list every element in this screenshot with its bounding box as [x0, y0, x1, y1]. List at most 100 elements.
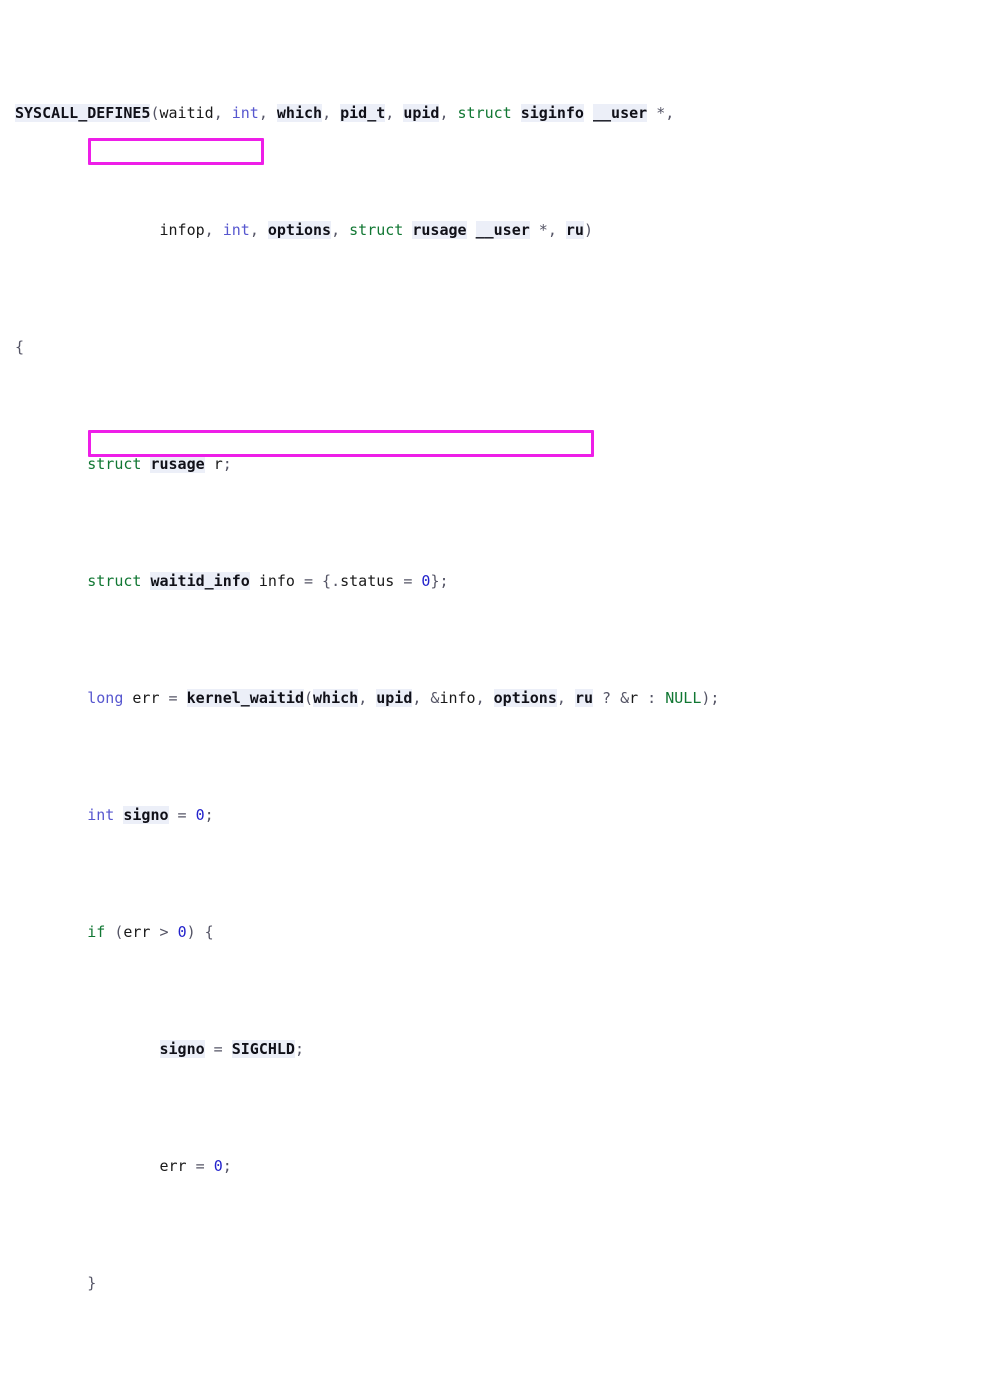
- token-punct: ,: [358, 688, 377, 707]
- token-punct: *,: [529, 220, 566, 239]
- token-punct: =: [394, 571, 422, 590]
- code-line: SYSCALL_DEFINE5(waitid, int, which, pid_…: [15, 102, 995, 125]
- token-punct: ;: [294, 1039, 304, 1058]
- token-identifier: upid: [376, 688, 413, 707]
- token-var: infop: [159, 220, 205, 239]
- token-punct: [584, 104, 593, 122]
- token-punct: [467, 221, 476, 239]
- token-identifier: which: [313, 688, 359, 707]
- code-line: {: [15, 336, 995, 359]
- token-keyword: struct: [457, 103, 512, 122]
- token-var: info: [258, 571, 295, 590]
- token-punct: [250, 572, 259, 590]
- code-line: err = 0;: [15, 1155, 995, 1178]
- token-identifier: SYSCALL_DEFINE5: [15, 103, 151, 122]
- token-punct: >: [150, 922, 178, 941]
- token-number: 0: [177, 922, 187, 941]
- code-line: infop, int, options, struct rusage __use…: [15, 219, 995, 242]
- token-identifier: ru: [565, 220, 584, 239]
- token-var: err: [132, 688, 160, 707]
- token-identifier: options: [493, 688, 557, 707]
- token-var: waitid: [159, 103, 214, 122]
- token-punct: [123, 689, 132, 707]
- token-punct: }: [87, 1273, 97, 1292]
- token-punct: [205, 455, 214, 473]
- token-identifier: pid_t: [340, 103, 386, 122]
- token-punct: =: [186, 1156, 214, 1175]
- token-punct: *,: [647, 103, 675, 122]
- token-identifier: ru: [574, 688, 593, 707]
- token-identifier: signo: [123, 805, 169, 824]
- code-line: if (err > 0) {: [15, 921, 995, 944]
- token-identifier: rusage: [150, 454, 205, 473]
- token-keyword: struct: [349, 220, 404, 239]
- token-identifier: waitid_info: [150, 571, 250, 590]
- token-identifier: kernel_waitid: [186, 688, 304, 707]
- token-number: 0: [213, 1156, 223, 1175]
- code-line: long err = kernel_waitid(which, upid, &i…: [15, 687, 995, 710]
- token-identifier: upid: [403, 103, 440, 122]
- token-punct: ,: [439, 103, 458, 122]
- token-keyword: int: [222, 220, 250, 239]
- token-identifier: __user: [475, 220, 530, 239]
- token-punct: ,: [249, 220, 268, 239]
- token-identifier: __user: [593, 103, 648, 122]
- token-var: info: [439, 688, 476, 707]
- token-punct: ;: [222, 1156, 232, 1175]
- token-punct: , &: [412, 688, 440, 707]
- token-keyword: struct: [87, 454, 142, 473]
- token-punct: =: [168, 805, 196, 824]
- highlight-box-signo-declaration: [88, 138, 264, 165]
- code-line-signo-decl: int signo = 0;: [15, 804, 995, 827]
- token-punct: (: [304, 688, 314, 707]
- token-punct: ,: [331, 220, 350, 239]
- token-punct: ,: [258, 103, 277, 122]
- token-punct: (: [105, 922, 124, 941]
- token-punct: ) {: [186, 922, 214, 941]
- code-listing: SYSCALL_DEFINE5 ( waitid, int, which, pid_…: [0, 0, 995, 1378]
- token-var: r: [629, 688, 639, 707]
- code-line: struct rusage r;: [15, 453, 995, 476]
- code-line: signo = SIGCHLD;: [15, 1038, 995, 1061]
- token-var: r: [213, 454, 223, 473]
- token-identifier: SIGCHLD: [231, 1039, 295, 1058]
- token-punct: ,: [204, 220, 223, 239]
- token-punct: ,: [475, 688, 494, 707]
- token-identifier: which: [276, 103, 323, 122]
- token-punct: );: [701, 688, 720, 707]
- token-punct: = {.: [294, 571, 341, 590]
- token-punct: :: [638, 688, 666, 707]
- token-identifier: siginfo: [520, 103, 584, 122]
- token-punct: ,: [213, 103, 232, 122]
- code-line: }: [15, 1272, 995, 1295]
- code-line: struct waitid_info info = {.status = 0};: [15, 570, 995, 593]
- token-var: err: [123, 922, 151, 941]
- token-var: status: [340, 571, 395, 590]
- token-keyword: int: [231, 103, 259, 122]
- token-punct: [512, 104, 521, 122]
- token-punct: ,: [322, 103, 341, 122]
- token-punct: ;: [222, 454, 232, 473]
- token-punct: =: [204, 1039, 232, 1058]
- token-punct: ,: [556, 688, 575, 707]
- token-punct: };: [430, 571, 449, 590]
- token-number: 0: [195, 805, 205, 824]
- token-keyword: if: [87, 922, 106, 941]
- token-identifier: rusage: [412, 220, 467, 239]
- token-punct: =: [159, 688, 187, 707]
- token-punct: ,: [385, 103, 404, 122]
- token-keyword: int: [87, 805, 115, 824]
- token-keyword: struct: [87, 571, 142, 590]
- token-punct: ;: [204, 805, 214, 824]
- token-constant: NULL: [665, 688, 702, 707]
- token-punct: {: [15, 337, 25, 356]
- token-identifier: signo: [159, 1039, 205, 1058]
- token-punct: ): [583, 220, 593, 239]
